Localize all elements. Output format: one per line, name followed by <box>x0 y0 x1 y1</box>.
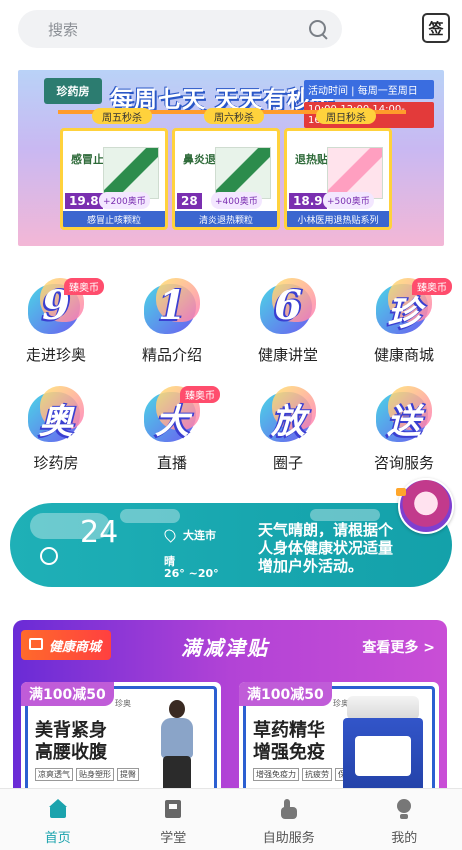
nine-icon: 9 臻奥币 <box>26 276 104 336</box>
header: 搜索 签 <box>18 10 450 48</box>
grid-item-label: 咨询服务 <box>373 454 434 472</box>
coin-reward: +400奥币 <box>211 192 262 209</box>
coin-badge: 臻奥币 <box>180 386 220 403</box>
product-price: 18.9 <box>289 193 327 209</box>
search-bar[interactable]: 搜索 <box>18 10 342 48</box>
fang-char-icon: 放 <box>258 384 318 444</box>
chip: 抗疲劳 <box>302 768 332 781</box>
grid-item-consult[interactable]: 送 咨询服务 <box>354 384 454 476</box>
health-mall-label: 健康商城 <box>49 639 102 655</box>
coin-badge: 臻奥币 <box>64 278 104 295</box>
grid-item-circle[interactable]: 放 圈子 <box>238 384 338 476</box>
banner-time-label: 活动时间 | 每周一至周日 <box>304 80 434 99</box>
home-icon <box>47 799 69 819</box>
brand-label: 珍奥 <box>115 699 131 708</box>
tab-label: 学堂 <box>160 831 187 846</box>
seckill-card[interactable]: 退热贴 18.9 +500奥币 小林医用退热贴系列 <box>284 128 392 230</box>
grid-item-products[interactable]: 1 精品介绍 <box>122 276 222 368</box>
product-chips: 增强免疫力 抗疲劳 保健 <box>253 768 357 781</box>
assistant-avatar-button[interactable] <box>396 478 454 534</box>
chip: 贴身塑形 <box>76 768 114 781</box>
hand-icon <box>278 799 300 819</box>
one-icon: 1 <box>142 276 202 336</box>
tab-label: 首页 <box>44 831 71 846</box>
coin-badge: 臻奥币 <box>412 278 452 295</box>
cloud-decoration <box>120 509 180 523</box>
weather-tip: 天气晴朗，请根据个人身体健康状况适量增加户外活动。 <box>258 521 394 575</box>
search-placeholder: 搜索 <box>48 20 79 39</box>
grid-item-label: 健康商城 <box>373 346 434 364</box>
da-char-icon: 大 臻奥币 <box>142 384 220 444</box>
chip: 凉爽透气 <box>35 768 73 781</box>
weather-city: 大连市 <box>183 529 216 542</box>
current-temperature: 24 <box>80 515 119 550</box>
view-more-link[interactable]: 查看更多 > <box>362 637 435 657</box>
product-price: 19.8 <box>65 193 103 209</box>
ao-char-icon: 奥 <box>26 384 86 444</box>
tab-label: 我的 <box>391 831 418 846</box>
book-icon <box>162 799 184 819</box>
chip: 增强免疫力 <box>253 768 299 781</box>
grid-item-label: 圈子 <box>272 454 303 472</box>
grid-item-about[interactable]: 9 臻奥币 走进珍奥 <box>6 276 106 368</box>
product-chips: 凉爽透气 贴身塑形 提臀 <box>35 768 139 781</box>
grid-item-live[interactable]: 大 臻奥币 直播 <box>122 384 222 476</box>
product-title: 美背紧身 高腰收腹 <box>35 720 107 763</box>
day-tag: 周五秒杀 <box>92 108 152 124</box>
coin-reward: +200奥币 <box>99 192 150 209</box>
tab-label: 自助服务 <box>262 831 315 846</box>
product-subtitle: 小林医用退热贴系列 <box>287 211 389 227</box>
tab-self-service[interactable]: 自助服务 <box>231 789 347 850</box>
discount-badge: 满100减50 <box>21 682 114 706</box>
grid-item-mall[interactable]: 珍 臻奥币 健康商城 <box>354 276 454 368</box>
grid-item-label: 健康讲堂 <box>257 346 318 364</box>
weather-card[interactable]: 24 大连市 晴 26° ~20° 天气晴朗，请根据个人身体健康状况适量增加户外… <box>10 503 452 587</box>
banner-logo: 珍药房 <box>44 78 102 104</box>
cart-icon <box>29 638 43 650</box>
grid-item-label: 直播 <box>156 454 187 472</box>
day-tag: 周六秒杀 <box>204 108 264 124</box>
seckill-card[interactable]: 鼻炎退热颗粒 28 +400奥币 清炎退热颗粒 <box>172 128 280 230</box>
bottom-tab-bar: 首页 学堂 自助服务 我的 <box>0 788 462 850</box>
grid-item-label: 精品介绍 <box>141 346 202 364</box>
grid-item-pharmacy[interactable]: 奥 珍药房 <box>6 384 106 476</box>
temperature-range: 26° ~20° <box>164 567 219 580</box>
product-subtitle: 感冒止咳颗粒 <box>63 211 165 227</box>
six-icon: 6 <box>258 276 318 336</box>
grid-item-label: 走进珍奥 <box>25 346 86 364</box>
product-title: 草药精华 增强免疫 <box>253 720 325 763</box>
grid-item-label: 珍药房 <box>33 454 79 472</box>
sign-in-button[interactable]: 签 <box>422 13 450 43</box>
product-name: 退热贴 <box>295 153 328 166</box>
sun-icon <box>40 547 58 565</box>
coin-reward: +500奥币 <box>323 192 374 209</box>
discount-badge: 满100减50 <box>239 682 332 706</box>
product-subtitle: 清炎退热颗粒 <box>175 211 277 227</box>
tab-home[interactable]: 首页 <box>0 789 116 850</box>
tab-profile[interactable]: 我的 <box>347 789 462 850</box>
location-icon <box>162 527 178 543</box>
grid-item-lecture[interactable]: 6 健康讲堂 <box>238 276 338 368</box>
chip: 提臀 <box>117 768 139 781</box>
day-tag: 周日秒杀 <box>316 108 376 124</box>
tab-school[interactable]: 学堂 <box>116 789 232 850</box>
seckill-card[interactable]: 感冒止咳颗粒 19.8 +200奥币 感冒止咳颗粒 <box>60 128 168 230</box>
health-mall-tag[interactable]: 健康商城 <box>21 630 112 660</box>
cloud-decoration <box>310 509 380 521</box>
product-price: 28 <box>177 193 202 209</box>
promo-banner[interactable]: 珍药房 每周七天 天天有秒杀 活动时间 | 每周一至周日 10:00-12:00… <box>18 70 444 246</box>
song-char-icon: 送 <box>374 384 434 444</box>
promo-title: 满减津贴 <box>181 636 269 660</box>
zhen-char-icon: 珍 臻奥币 <box>374 276 452 336</box>
search-icon[interactable] <box>308 19 328 39</box>
user-icon <box>393 799 415 819</box>
